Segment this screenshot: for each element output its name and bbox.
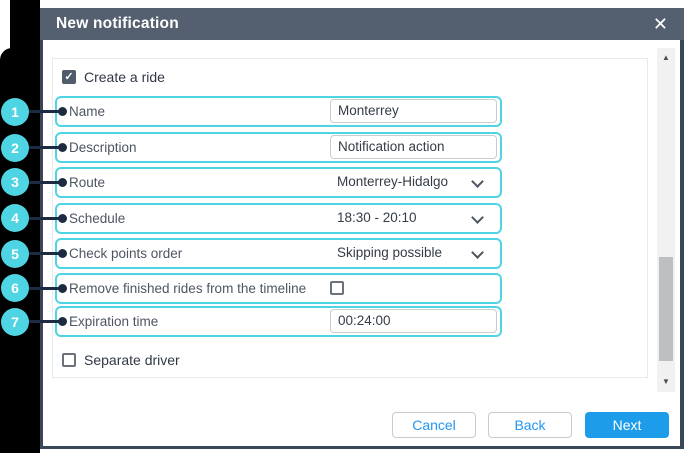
callout-connector [28,252,61,255]
callout-connector [28,217,61,220]
check-icon: ✓ [64,71,73,83]
scrollbar[interactable]: ▲ ▼ [657,48,675,392]
separate-driver-label: Separate driver [84,352,180,368]
callout-number-6: 6 [1,274,29,302]
back-button[interactable]: Back [488,412,572,438]
callout-dot [58,143,67,152]
callout-number-1: 1 [1,98,29,126]
callout-connector [28,110,61,113]
scrollbar-thumb[interactable] [659,257,673,361]
name-input[interactable]: Monterrey [330,99,497,123]
callout-dot [58,214,67,223]
scroll-up-icon[interactable]: ▲ [657,50,675,66]
callout-dot [58,107,67,116]
expiration-time-label: Expiration time [69,314,158,329]
field-row-checkpoints-order: Check points order Skipping possible [55,238,502,269]
route-select[interactable]: Monterrey-Hidalgo [337,174,448,189]
next-button[interactable]: Next [585,412,669,438]
callout-number-3: 3 [1,168,29,196]
callout-dot [58,317,67,326]
expiration-time-input[interactable]: 00:24:00 [330,309,497,333]
description-input[interactable]: Notification action [330,135,497,159]
field-row-description: Description Notification action [55,132,502,163]
field-row-route: Route Monterrey-Hidalgo [55,167,502,198]
callout-number-2: 2 [1,134,29,162]
chevron-down-icon[interactable] [471,246,484,259]
callout-connector [28,320,61,323]
field-row-expiration-time: Expiration time 00:24:00 [55,306,502,337]
callout-dot [58,178,67,187]
dialog-header: New notification ✕ [40,8,684,40]
schedule-select[interactable]: 18:30 - 20:10 [337,210,417,225]
field-row-schedule: Schedule 18:30 - 20:10 [55,203,502,234]
field-row-remove-finished-rides: Remove finished rides from the timeline [55,273,502,304]
annotated-screenshot: New notification ✕ ✓ Create a ride Name … [0,0,688,453]
callout-number-5: 5 [1,240,29,268]
route-label: Route [69,175,105,190]
schedule-label: Schedule [69,211,125,226]
checkpoints-order-select[interactable]: Skipping possible [337,245,442,260]
callout-number-4: 4 [1,204,29,232]
remove-finished-rides-checkbox[interactable] [330,281,344,295]
dialog-title: New notification [56,15,179,33]
chevron-down-icon[interactable] [471,211,484,224]
description-label: Description [69,140,137,155]
callout-connector [28,181,61,184]
cancel-button[interactable]: Cancel [392,412,476,438]
scroll-down-icon[interactable]: ▼ [657,374,675,390]
chevron-down-icon[interactable] [471,175,484,188]
remove-finished-rides-label: Remove finished rides from the timeline [69,281,306,296]
close-icon[interactable]: ✕ [653,15,668,33]
field-row-name: Name Monterrey [55,96,502,127]
callout-dot [58,249,67,258]
callout-connector [28,287,61,290]
create-ride-checkbox[interactable]: ✓ [62,70,76,84]
callout-connector [28,146,61,149]
name-label: Name [69,104,105,119]
separate-driver-checkbox[interactable] [62,353,76,367]
callout-dot [58,284,67,293]
callout-number-7: 7 [1,308,29,336]
checkpoints-order-label: Check points order [69,246,182,261]
create-ride-label: Create a ride [84,69,165,85]
